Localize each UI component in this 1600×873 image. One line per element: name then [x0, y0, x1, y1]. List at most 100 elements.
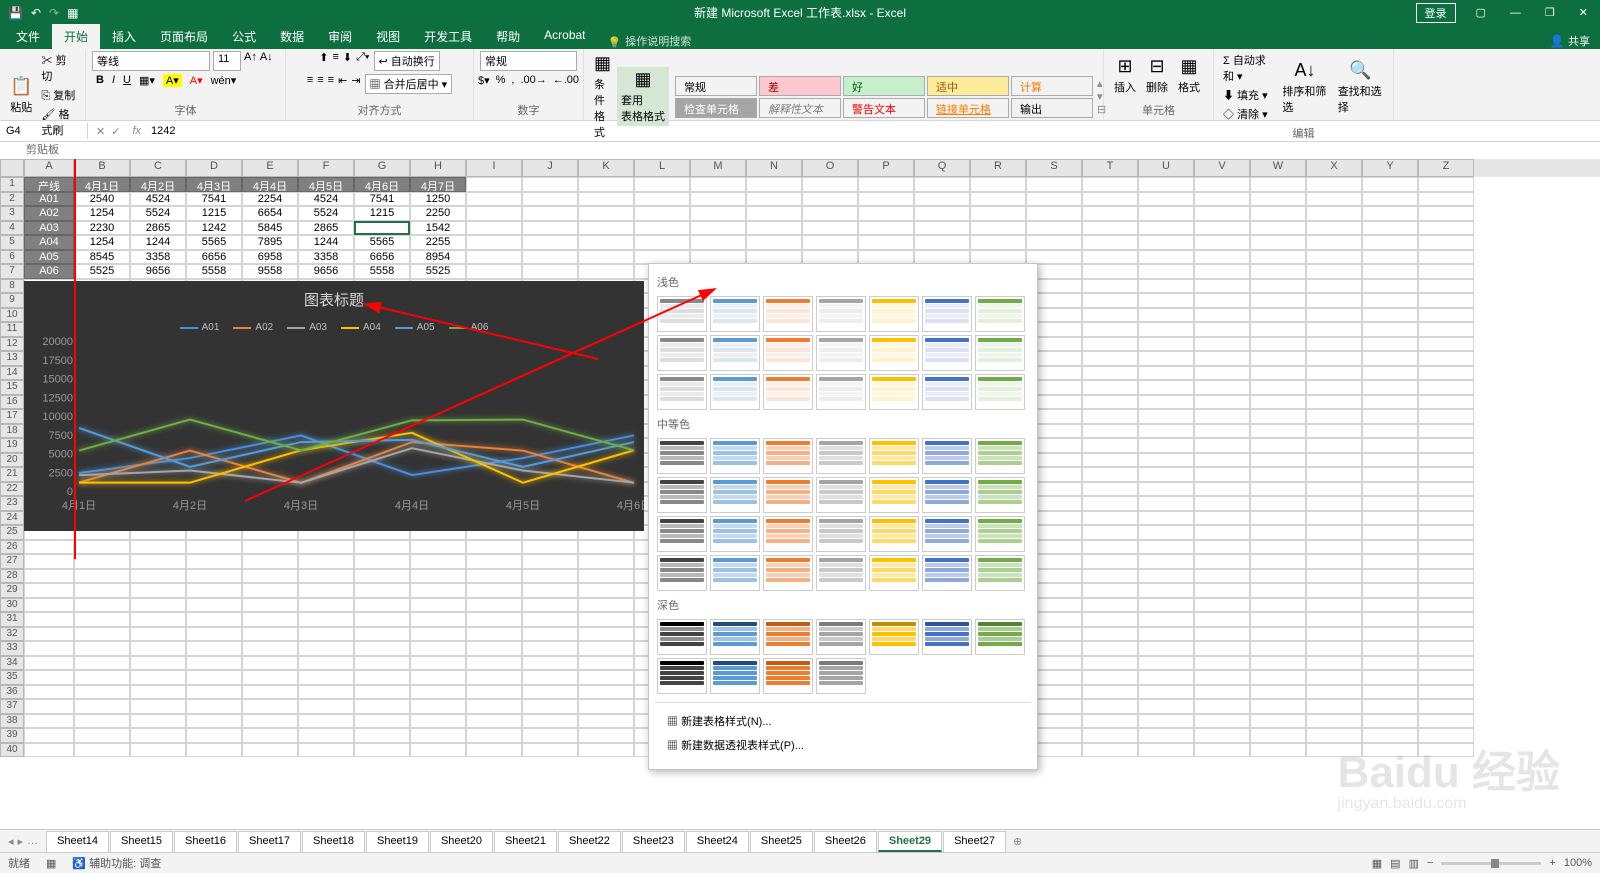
cell[interactable] [1194, 641, 1250, 656]
cell[interactable] [1138, 467, 1194, 482]
cell[interactable] [746, 250, 802, 265]
cell[interactable] [1418, 685, 1474, 700]
cell[interactable] [1138, 482, 1194, 497]
cell[interactable] [186, 685, 242, 700]
cell[interactable] [242, 728, 298, 743]
share-button[interactable]: 👤 共享 [1550, 33, 1590, 49]
cell[interactable] [354, 656, 410, 671]
cell[interactable] [1194, 395, 1250, 410]
cell[interactable] [1138, 453, 1194, 468]
cell[interactable] [1362, 583, 1418, 598]
cell[interactable] [74, 641, 130, 656]
cell[interactable] [1082, 685, 1138, 700]
cell[interactable] [578, 221, 634, 236]
cell[interactable] [1250, 221, 1306, 236]
cell[interactable] [1418, 235, 1474, 250]
cell[interactable] [242, 583, 298, 598]
cell[interactable] [1418, 250, 1474, 265]
merge-button[interactable]: ▦ 合并后居中 ▾ [365, 74, 453, 94]
cell[interactable] [410, 554, 466, 569]
cell[interactable] [298, 699, 354, 714]
col-header[interactable]: H [410, 159, 466, 177]
table-style-thumb[interactable] [922, 555, 972, 591]
table-style-thumb[interactable] [710, 335, 760, 371]
cell[interactable] [1194, 177, 1250, 192]
cell[interactable] [186, 728, 242, 743]
cell[interactable] [1082, 525, 1138, 540]
cell[interactable] [466, 598, 522, 613]
table-style-thumb[interactable] [657, 438, 707, 474]
cell[interactable] [1082, 569, 1138, 584]
table-style-thumb[interactable] [975, 335, 1025, 371]
cell[interactable] [1418, 511, 1474, 526]
sheet-tab[interactable]: Sheet14 [46, 831, 109, 852]
confirm-formula-icon[interactable]: ✓ [111, 125, 120, 138]
cell[interactable] [1418, 670, 1474, 685]
cell[interactable] [1026, 192, 1082, 207]
cell[interactable] [24, 540, 74, 555]
cell[interactable]: A01 [24, 192, 74, 207]
tell-me[interactable]: 操作说明搜索 [625, 33, 691, 49]
cell[interactable]: 6656 [354, 250, 410, 265]
cell[interactable] [1250, 612, 1306, 627]
cell[interactable] [1194, 264, 1250, 279]
table-style-thumb[interactable] [816, 438, 866, 474]
cell[interactable] [1306, 308, 1362, 323]
cell[interactable]: 4524 [298, 192, 354, 207]
cell[interactable] [1362, 569, 1418, 584]
table-style-thumb[interactable] [710, 438, 760, 474]
cell[interactable] [1306, 409, 1362, 424]
cell[interactable] [186, 554, 242, 569]
cell[interactable] [186, 627, 242, 642]
cell[interactable] [354, 685, 410, 700]
cell[interactable] [970, 235, 1026, 250]
col-header[interactable]: S [1026, 159, 1082, 177]
cell[interactable] [1306, 337, 1362, 352]
cell[interactable] [1362, 728, 1418, 743]
clear-button[interactable]: ◇ 清除 ▾ [1220, 105, 1276, 123]
cell[interactable] [410, 670, 466, 685]
cell[interactable] [1362, 467, 1418, 482]
cell[interactable] [1418, 380, 1474, 395]
cell[interactable] [74, 728, 130, 743]
style-normal[interactable]: 常规 [675, 76, 757, 96]
cell[interactable] [1362, 279, 1418, 294]
cell[interactable]: 2255 [410, 235, 466, 250]
cell[interactable] [522, 641, 578, 656]
cell[interactable] [1362, 221, 1418, 236]
cell[interactable] [1250, 641, 1306, 656]
cell[interactable]: 5524 [298, 206, 354, 221]
table-style-thumb[interactable] [763, 555, 813, 591]
tab-Acrobat[interactable]: Acrobat [532, 24, 597, 49]
cell[interactable] [578, 656, 634, 671]
cell[interactable] [1138, 540, 1194, 555]
new-pivot-style[interactable]: ▦ 新建数据透视表样式(P)... [659, 733, 1027, 757]
cell[interactable] [1138, 235, 1194, 250]
cell[interactable] [130, 699, 186, 714]
cell[interactable] [690, 250, 746, 265]
cell[interactable] [522, 540, 578, 555]
table-style-thumb[interactable] [869, 619, 919, 655]
cell[interactable] [858, 221, 914, 236]
cell[interactable]: 1254 [74, 235, 130, 250]
cell[interactable] [466, 554, 522, 569]
cell[interactable] [1306, 453, 1362, 468]
cell[interactable] [1194, 598, 1250, 613]
table-style-thumb[interactable] [763, 438, 813, 474]
cell[interactable] [1362, 337, 1418, 352]
cell[interactable] [1418, 206, 1474, 221]
cell[interactable] [410, 685, 466, 700]
cell[interactable] [1194, 496, 1250, 511]
cell[interactable] [802, 235, 858, 250]
cell[interactable] [1250, 467, 1306, 482]
cell[interactable] [466, 612, 522, 627]
cell[interactable] [24, 583, 74, 598]
cell[interactable] [186, 656, 242, 671]
cell[interactable] [354, 540, 410, 555]
cell[interactable] [354, 743, 410, 758]
col-header[interactable]: X [1306, 159, 1362, 177]
cell[interactable]: 6958 [242, 250, 298, 265]
number-format-select[interactable]: 常规 [480, 51, 577, 71]
sheet-tab[interactable]: Sheet22 [558, 831, 621, 852]
cell[interactable] [130, 714, 186, 729]
